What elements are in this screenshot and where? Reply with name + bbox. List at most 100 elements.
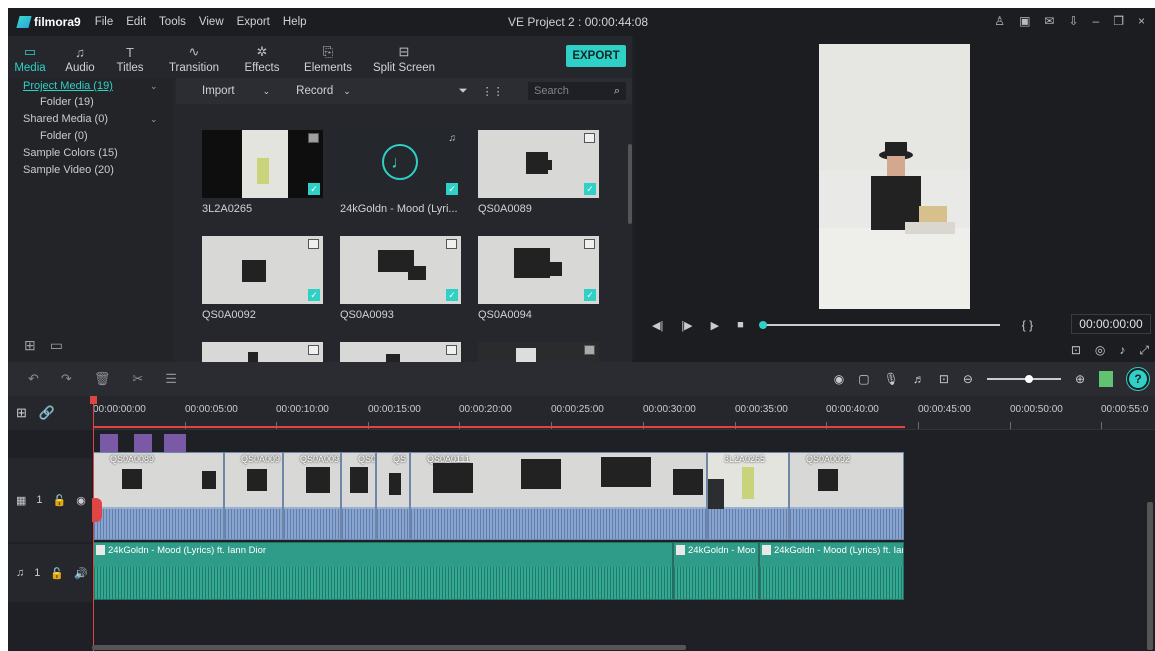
filter-icon[interactable]: ⏷ (459, 85, 468, 98)
media-item[interactable]: ✓ QS0A0094 (478, 236, 599, 321)
timeline-horizontal-scrollbar[interactable] (92, 645, 686, 650)
undo-icon[interactable]: ↶ (28, 371, 39, 387)
zoom-out-icon[interactable]: ⊖ (963, 372, 973, 386)
marker-icon[interactable]: ▢ (858, 372, 869, 386)
audio-clip[interactable]: 24kGoldn - Mood (Lyrics) ft. Iann Dior (93, 542, 673, 600)
playhead-handle[interactable] (90, 396, 97, 404)
timeline-vertical-scrollbar[interactable] (1147, 502, 1153, 650)
play-icon[interactable]: ▶ (711, 319, 719, 332)
play-pause-icon[interactable]: |▶ (681, 319, 692, 332)
sidebar-item-folder[interactable]: Folder (19) (40, 96, 94, 108)
fit-timeline-icon[interactable]: ⊡ (939, 372, 949, 386)
preview-progress-bar[interactable] (758, 321, 1000, 329)
eye-icon[interactable]: ◉ (76, 494, 86, 507)
pause-icon[interactable] (1099, 371, 1113, 387)
lock-icon[interactable]: 🔓 (53, 494, 67, 507)
timeline-marker[interactable] (134, 434, 152, 454)
video-clip[interactable]: QS (376, 452, 410, 540)
zoom-slider[interactable] (986, 375, 1061, 383)
link-icon[interactable]: 🔗 (39, 405, 55, 421)
save-icon[interactable]: ▣ (1019, 14, 1030, 28)
adjust-icon[interactable]: ☰ (165, 371, 177, 387)
microphone-icon[interactable]: 🎙 (884, 372, 899, 386)
media-item[interactable]: ✓ QS0A0093 (340, 236, 461, 321)
lock-icon[interactable]: 🔓 (50, 567, 64, 580)
playhead-handle[interactable] (758, 321, 767, 329)
minimize-icon[interactable]: – (1093, 14, 1100, 28)
redo-icon[interactable]: ↷ (61, 371, 72, 387)
media-item[interactable] (478, 342, 599, 362)
tab-split-screen[interactable]: ⊟ Split Screen (372, 36, 436, 78)
zoom-handle[interactable] (1024, 375, 1033, 383)
tab-titles[interactable]: T Titles (112, 36, 148, 78)
add-track-icon[interactable]: ⊞ (16, 405, 27, 421)
zoom-in-icon[interactable]: ⊕ (1075, 372, 1085, 386)
folder-icon[interactable]: ▭ (50, 337, 63, 354)
sidebar-item-sample-colors[interactable]: Sample Colors (15) (23, 147, 118, 159)
tab-elements[interactable]: ⎘ Elements (302, 36, 354, 78)
speaker-icon[interactable]: 🔊 (74, 567, 88, 580)
restore-icon[interactable]: ❐ (1113, 14, 1124, 28)
previous-frame-icon[interactable]: ◀| (652, 319, 663, 332)
render-settings-icon[interactable]: ⊡ (1071, 343, 1081, 358)
video-clip[interactable]: QS0A009 (283, 452, 341, 540)
import-dropdown[interactable]: Import ⌄ (202, 85, 270, 97)
timeline-marker[interactable] (164, 434, 186, 454)
mark-in-out[interactable]: { } (1022, 318, 1033, 332)
video-clip[interactable]: QS0A0111 (410, 452, 707, 540)
tab-audio[interactable]: ♫ Audio (60, 36, 100, 78)
timeline-ruler[interactable]: 00:00:00:00 00:00:05:00 00:00:10:00 00:0… (92, 396, 1155, 430)
video-clip[interactable]: QS0A0092 (789, 452, 904, 540)
media-item[interactable]: ✓ QS0A0089 (478, 130, 599, 215)
menu-view[interactable]: View (199, 16, 224, 28)
download-icon[interactable]: ⇩ (1068, 14, 1078, 28)
timeline-marker[interactable] (100, 434, 118, 454)
media-item[interactable]: ✓ 3L2A0265 (202, 130, 323, 215)
audio-mixer-icon[interactable]: ♬ (913, 372, 925, 386)
tab-media[interactable]: ▭ Media (12, 36, 48, 78)
sidebar-item-shared-media[interactable]: Shared Media (0) (23, 113, 108, 125)
menu-tools[interactable]: Tools (159, 16, 186, 28)
timeline-playhead[interactable] (93, 396, 94, 651)
video-clip[interactable]: QS0A0089 (93, 452, 224, 540)
delete-icon[interactable]: 🗑 (94, 371, 111, 387)
sidebar-item-project-media[interactable]: Project Media (19) (23, 80, 113, 92)
menu-file[interactable]: File (95, 16, 114, 28)
mail-icon[interactable]: ✉ (1044, 14, 1054, 28)
audio-clip[interactable]: 24kGoldn - Mood (Lyrics) ft. Iar (759, 542, 904, 600)
help-icon[interactable]: ? (1127, 368, 1149, 390)
chevron-down-icon[interactable]: ⌄ (150, 114, 158, 125)
menu-edit[interactable]: Edit (126, 16, 146, 28)
snapshot-icon[interactable]: ◎ (1095, 343, 1105, 358)
record-dropdown[interactable]: Record ⌄ (296, 85, 351, 97)
tab-transition[interactable]: ∿ Transition (166, 36, 222, 78)
user-icon[interactable]: ♙ (994, 14, 1005, 28)
close-icon[interactable]: × (1138, 14, 1145, 28)
media-item[interactable] (202, 342, 323, 362)
sidebar-item-sample-video[interactable]: Sample Video (20) (23, 164, 114, 176)
media-scrollbar[interactable] (628, 144, 632, 224)
volume-icon[interactable]: ♪ (1119, 343, 1125, 358)
sidebar-item-folder[interactable]: Folder (0) (40, 130, 88, 142)
media-item[interactable]: ♩ ♫ ✓ 24kGoldn - Mood (Lyri... (340, 130, 461, 215)
media-item[interactable] (340, 342, 461, 362)
cut-icon[interactable]: ✂ (132, 371, 143, 387)
timeline-tracks: ▦ 1 🔓 ◉ ♫ 1 🔓 🔊 QS0A0089 QS0A009 QS0A009… (8, 430, 1155, 651)
menu-help[interactable]: Help (283, 16, 307, 28)
render-preview-icon[interactable]: ◉ (834, 372, 844, 386)
new-folder-icon[interactable]: ⊞ (24, 337, 36, 354)
media-item[interactable]: ✓ QS0A0092 (202, 236, 323, 321)
menu-export[interactable]: Export (237, 16, 270, 28)
tab-effects[interactable]: ✲ Effects (240, 36, 284, 78)
export-button[interactable]: EXPORT (566, 45, 626, 67)
video-clip[interactable]: QS0 (341, 452, 376, 540)
search-input[interactable]: Search ⌕ (528, 82, 626, 100)
audio-clip[interactable]: 24kGoldn - Moo (673, 542, 759, 600)
fullscreen-icon[interactable]: ⤢ (1139, 343, 1149, 358)
video-clip[interactable]: QS0A009 (224, 452, 283, 540)
grid-view-icon[interactable]: ⋮⋮ (482, 85, 504, 98)
playhead-drag-tab[interactable] (92, 498, 102, 522)
stop-icon[interactable]: ■ (737, 319, 744, 331)
chevron-down-icon[interactable]: ⌄ (150, 81, 158, 92)
video-clip[interactable]: 3L2A0265 (707, 452, 789, 540)
